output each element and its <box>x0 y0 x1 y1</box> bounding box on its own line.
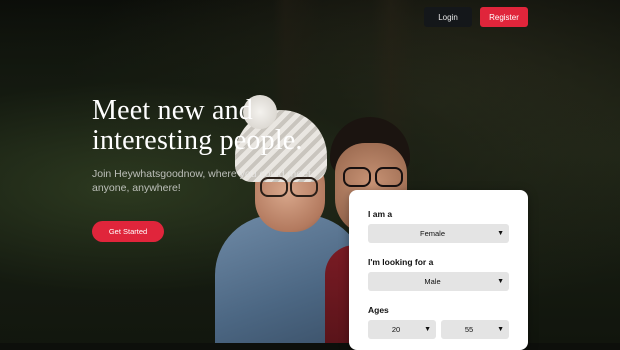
hero-subtitle: Join Heywhatsgoodnow, where you could me… <box>92 168 311 194</box>
age-min-select[interactable]: 20 ▼ <box>368 320 436 339</box>
signup-form-card: I am a Female ▼ I'm looking for a Male ▼… <box>349 190 528 350</box>
age-max-select[interactable]: 55 ▼ <box>441 320 509 339</box>
looking-for-label: I'm looking for a <box>368 257 434 267</box>
chevron-down-icon: ▼ <box>497 326 504 333</box>
hero-headline: Meet new and interesting people. <box>92 96 352 156</box>
i-am-label: I am a <box>368 209 393 219</box>
age-min-value: 20 <box>391 325 401 334</box>
chevron-down-icon: ▼ <box>497 230 504 237</box>
i-am-select[interactable]: Female ▼ <box>368 224 509 243</box>
login-button[interactable]: Login <box>424 7 472 27</box>
man-glasses <box>343 167 405 187</box>
get-started-button[interactable]: Get Started <box>92 221 164 242</box>
looking-for-value: Male <box>424 277 441 286</box>
register-button[interactable]: Register <box>480 7 528 27</box>
chevron-down-icon: ▼ <box>497 278 504 285</box>
i-am-value: Female <box>419 229 445 238</box>
chevron-down-icon: ▼ <box>424 326 431 333</box>
ages-label: Ages <box>368 305 389 315</box>
looking-for-select[interactable]: Male ▼ <box>368 272 509 291</box>
headline-line-1: Meet new and <box>92 95 254 126</box>
headline-line-2: interesting people. <box>92 125 303 156</box>
age-max-value: 55 <box>464 325 474 334</box>
